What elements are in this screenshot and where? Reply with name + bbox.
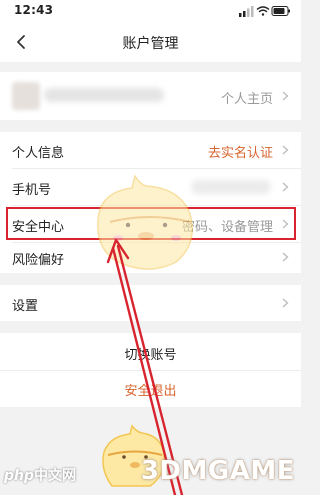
annotation-overlay: [97, 174, 193, 495]
mascot-sticker-icon: [97, 174, 193, 270]
watermark-php: php中文网: [4, 468, 77, 484]
watermark-3dmgame: 3DMGAME: [140, 456, 295, 486]
